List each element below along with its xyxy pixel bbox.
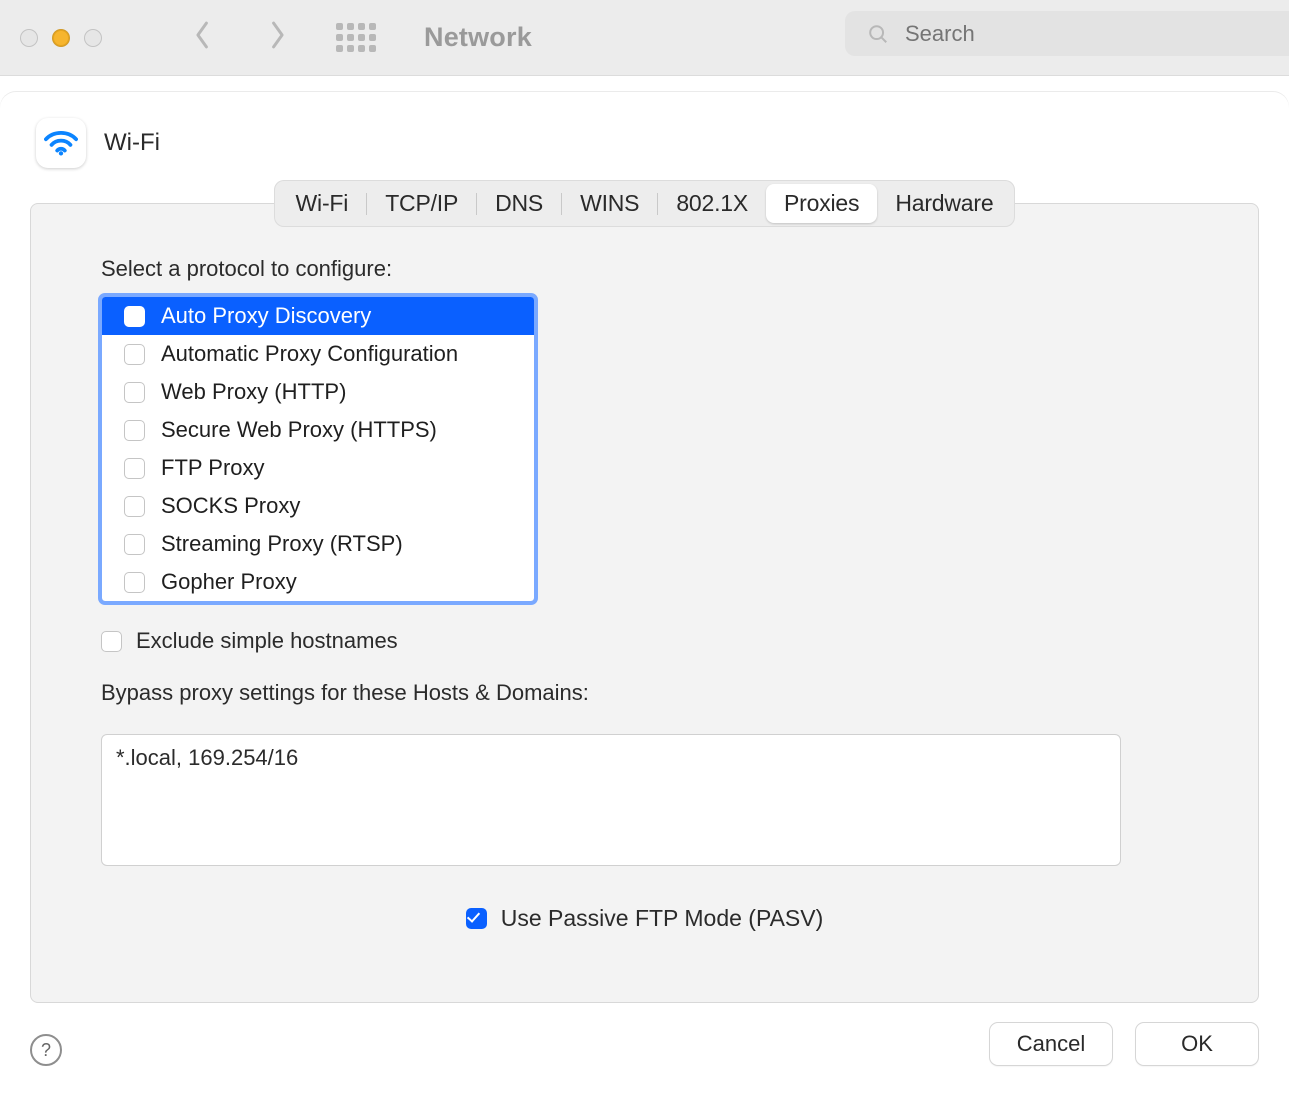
protocol-checkbox[interactable] xyxy=(124,344,145,365)
tab-proxies[interactable]: Proxies xyxy=(766,184,877,223)
nav-arrows xyxy=(192,18,288,57)
protocol-label: Automatic Proxy Configuration xyxy=(161,341,458,367)
exclude-simple-hostnames-row[interactable]: Exclude simple hostnames xyxy=(101,628,1188,654)
protocol-label: SOCKS Proxy xyxy=(161,493,300,519)
passive-ftp-row[interactable]: Use Passive FTP Mode (PASV) xyxy=(101,905,1188,932)
protocol-label: Secure Web Proxy (HTTPS) xyxy=(161,417,437,443)
show-all-prefs-button[interactable] xyxy=(336,23,376,52)
tab-8021x[interactable]: 802.1X xyxy=(658,184,766,223)
protocol-label: Gopher Proxy xyxy=(161,569,297,595)
sheet-footer: ? Cancel OK xyxy=(30,1022,1259,1066)
protocol-row[interactable]: Gopher Proxy xyxy=(102,563,534,601)
proxies-panel: Select a protocol to configure: Auto Pro… xyxy=(30,203,1259,1003)
protocol-row[interactable]: Auto Proxy Discovery xyxy=(102,297,534,335)
protocol-label: Auto Proxy Discovery xyxy=(161,303,371,329)
protocol-row[interactable]: FTP Proxy xyxy=(102,449,534,487)
tab-wifi[interactable]: Wi-Fi xyxy=(278,184,367,223)
exclude-simple-hostnames-checkbox[interactable] xyxy=(101,631,122,652)
protocols-label: Select a protocol to configure: xyxy=(101,256,1188,282)
sheet-header: Wi-Fi xyxy=(30,118,1259,168)
protocol-label: Web Proxy (HTTP) xyxy=(161,379,346,405)
protocol-row[interactable]: SOCKS Proxy xyxy=(102,487,534,525)
wifi-icon xyxy=(44,129,78,157)
window-zoom-button[interactable] xyxy=(84,29,102,47)
protocol-row[interactable]: Web Proxy (HTTP) xyxy=(102,373,534,411)
search-icon xyxy=(867,23,889,45)
bypass-hosts-textarea[interactable] xyxy=(101,734,1121,866)
toolbar-search[interactable] xyxy=(845,11,1289,56)
tab-hardware[interactable]: Hardware xyxy=(877,184,1011,223)
window-traffic-lights xyxy=(20,29,102,47)
protocol-checkbox[interactable] xyxy=(124,458,145,479)
tab-wins[interactable]: WINS xyxy=(562,184,657,223)
protocol-label: Streaming Proxy (RTSP) xyxy=(161,531,403,557)
window-minimize-button[interactable] xyxy=(52,29,70,47)
protocol-checkbox[interactable] xyxy=(124,534,145,555)
tab-tcpip[interactable]: TCP/IP xyxy=(367,184,476,223)
window-close-button[interactable] xyxy=(20,29,38,47)
chevron-right-icon xyxy=(266,18,288,52)
protocol-row[interactable]: Secure Web Proxy (HTTPS) xyxy=(102,411,534,449)
cancel-button[interactable]: Cancel xyxy=(989,1022,1113,1066)
protocol-checkbox[interactable] xyxy=(124,496,145,517)
ok-button[interactable]: OK xyxy=(1135,1022,1259,1066)
search-input[interactable] xyxy=(903,20,1195,48)
passive-ftp-label: Use Passive FTP Mode (PASV) xyxy=(501,905,824,932)
protocol-list[interactable]: Auto Proxy Discovery Automatic Proxy Conf… xyxy=(101,296,535,602)
nav-forward-button[interactable] xyxy=(266,18,288,57)
protocol-checkbox[interactable] xyxy=(124,382,145,403)
window-title: Network xyxy=(424,22,532,53)
bypass-label: Bypass proxy settings for these Hosts & … xyxy=(101,680,1188,706)
protocol-row[interactable]: Streaming Proxy (RTSP) xyxy=(102,525,534,563)
wifi-icon-badge xyxy=(36,118,86,168)
tab-dns[interactable]: DNS xyxy=(477,184,561,223)
proxies-sheet: Wi-Fi Wi-FiTCP/IPDNSWINS802.1XProxiesHar… xyxy=(0,92,1289,1094)
help-button[interactable]: ? xyxy=(30,1034,62,1066)
sheet-tabbar: Wi-FiTCP/IPDNSWINS802.1XProxiesHardware xyxy=(274,180,1016,227)
protocol-checkbox[interactable] xyxy=(124,572,145,593)
protocol-checkbox[interactable] xyxy=(124,420,145,441)
exclude-simple-hostnames-label: Exclude simple hostnames xyxy=(136,628,398,654)
protocol-label: FTP Proxy xyxy=(161,455,265,481)
protocol-row[interactable]: Automatic Proxy Configuration xyxy=(102,335,534,373)
passive-ftp-checkbox[interactable] xyxy=(466,908,487,929)
protocol-checkbox[interactable] xyxy=(124,306,145,327)
chevron-left-icon xyxy=(192,18,214,52)
sheet-title: Wi-Fi xyxy=(104,129,160,157)
nav-back-button[interactable] xyxy=(192,18,214,57)
window-toolbar: Network xyxy=(0,0,1289,76)
